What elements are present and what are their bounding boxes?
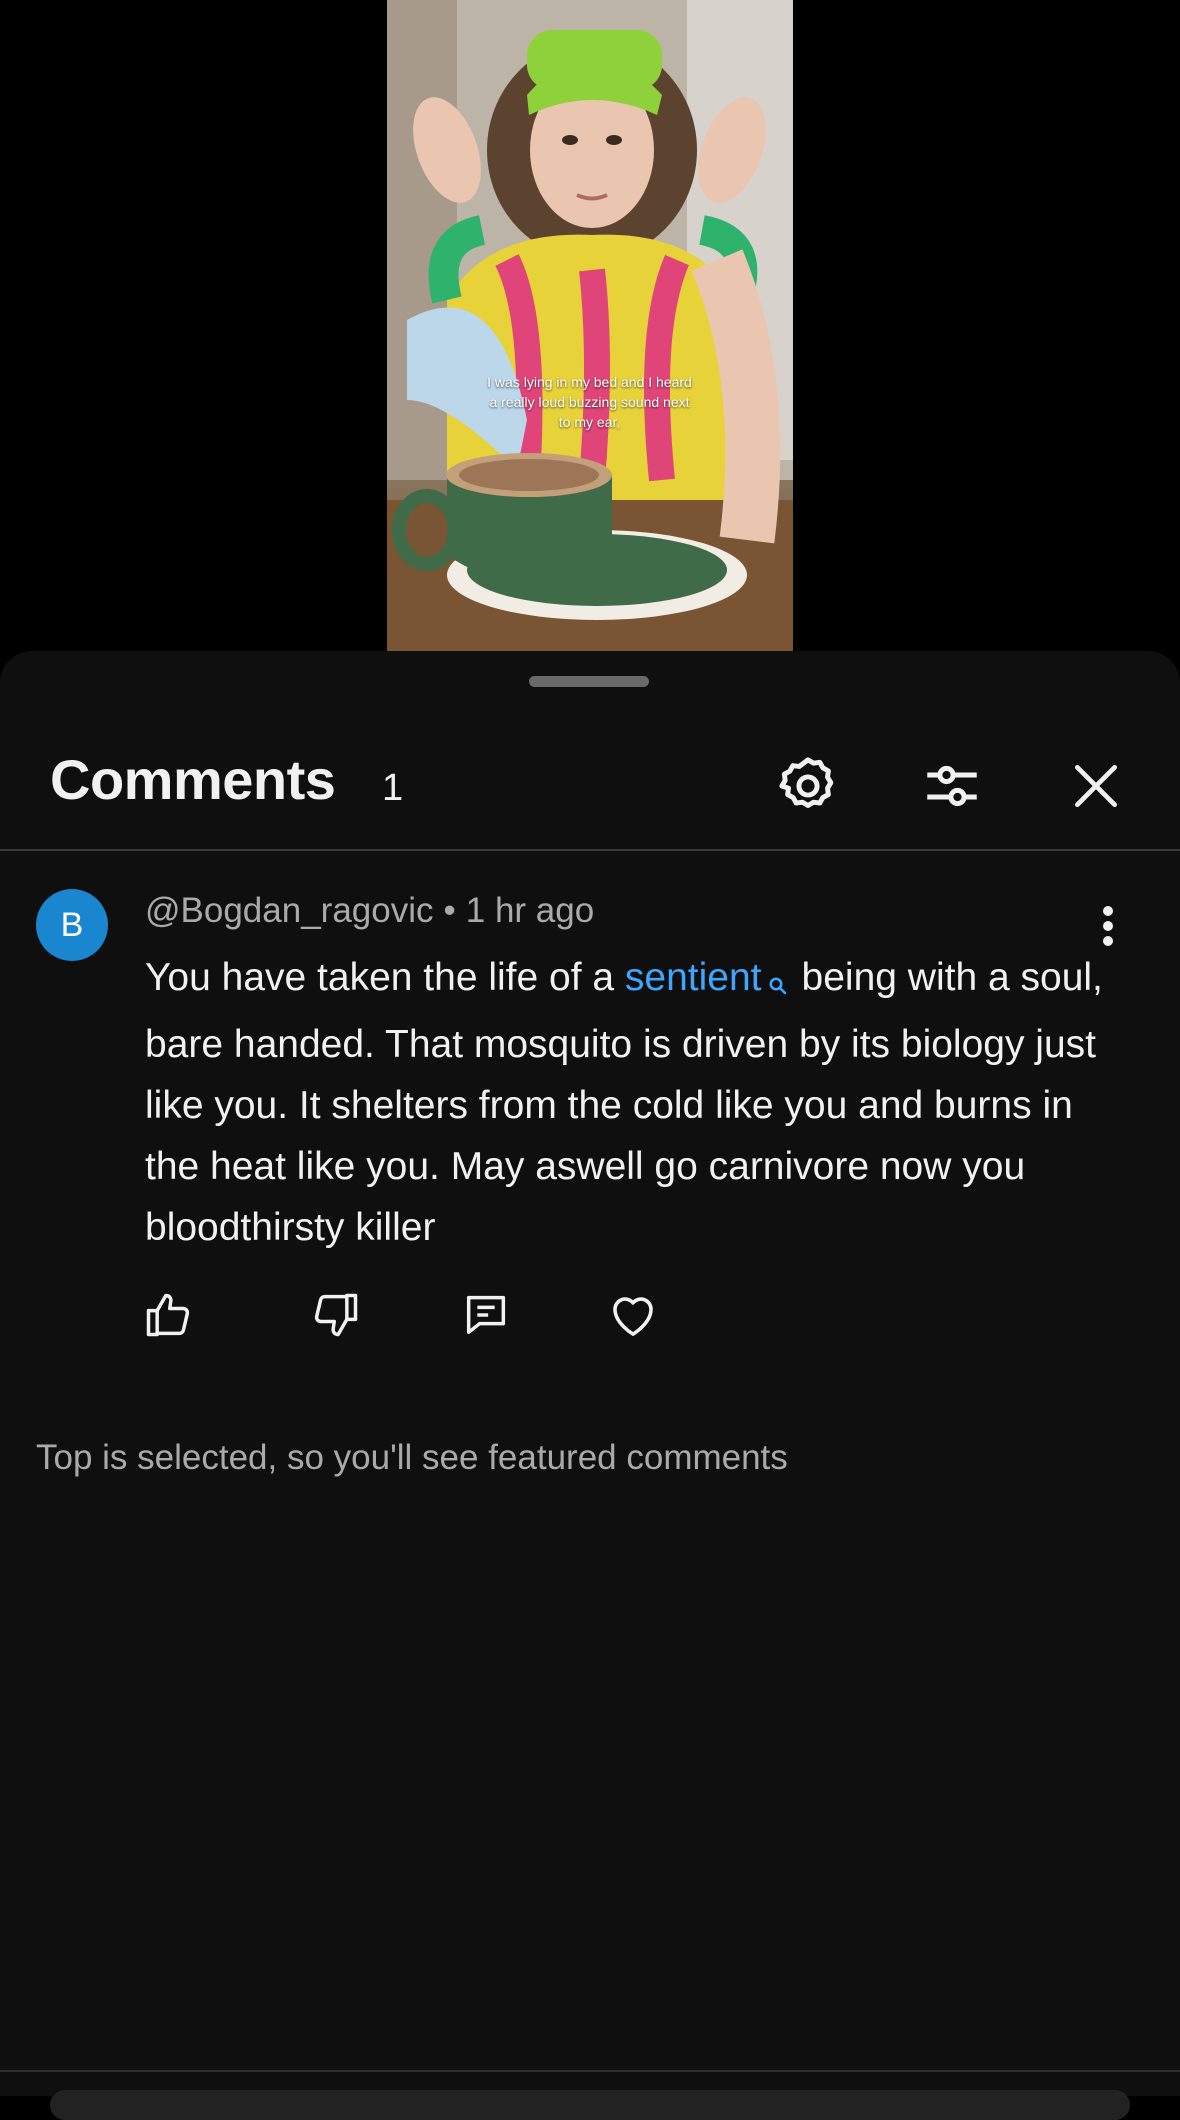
comments-count: 1 [382, 767, 404, 809]
composer-divider [0, 2070, 1180, 2072]
comment-time: 1 hr ago [465, 891, 595, 930]
meta-separator: • [443, 891, 456, 930]
comment-text-end: being with a soul, bare handed. That mos… [145, 956, 1103, 1249]
comments-sheet: Comments 1 B @Bogdan_ragovic • 1 hr ago … [0, 651, 1180, 2096]
avatar-initial: B [60, 905, 84, 944]
avatar[interactable]: B [36, 889, 108, 961]
like-icon[interactable] [140, 1287, 196, 1343]
video-player[interactable]: I was lying in my bed and I heard a real… [0, 0, 1180, 651]
search-icon[interactable] [768, 953, 788, 1014]
comment-meta: @Bogdan_ragovic • 1 hr ago [145, 891, 594, 931]
header-divider [0, 849, 1180, 851]
sort-info-text: Top is selected, so you'll see featured … [36, 1438, 788, 1477]
comment-author[interactable]: @Bogdan_ragovic [145, 891, 434, 930]
search-link[interactable]: sentient [625, 956, 762, 999]
comments-title: Comments [50, 748, 336, 811]
video-frame[interactable]: I was lying in my bed and I heard a real… [387, 0, 793, 651]
dislike-icon[interactable] [308, 1287, 364, 1343]
video-caption: I was lying in my bed and I heard a real… [487, 374, 692, 430]
comment-text: You have taken the life of a sentient bei… [145, 947, 1105, 1258]
filter-sliders-icon[interactable] [912, 746, 992, 826]
reply-icon[interactable] [458, 1287, 514, 1343]
drag-handle[interactable] [529, 676, 649, 687]
video-thumbnail-illustration [387, 0, 793, 651]
comment-text-start: You have taken the life of a [145, 956, 625, 999]
comment-input-bar[interactable] [50, 2090, 1130, 2120]
heart-icon[interactable] [605, 1287, 661, 1343]
settings-gear-icon[interactable] [768, 746, 848, 826]
comments-header: Comments 1 [0, 711, 1180, 841]
close-icon[interactable] [1056, 746, 1136, 826]
